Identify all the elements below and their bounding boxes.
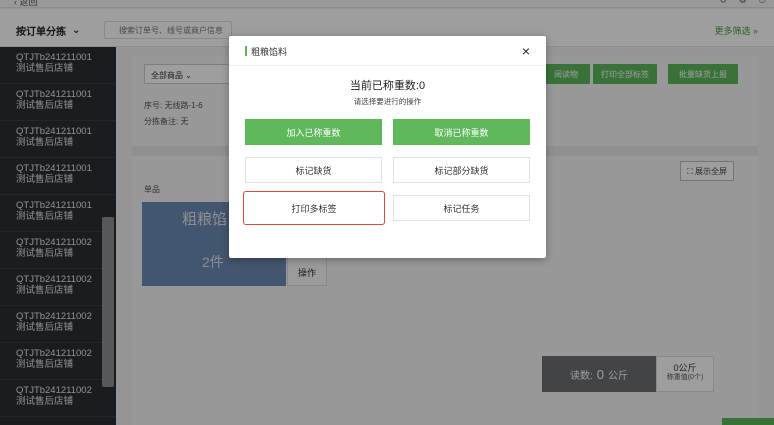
cancel-weighed-label: 取消已称重数: [434, 127, 489, 138]
cancel-weighed-button[interactable]: 取消已称重数: [393, 119, 530, 145]
mark-out-of-stock-label: 标记缺货: [295, 165, 332, 176]
mark-out-of-stock-button[interactable]: 标记缺货: [245, 157, 382, 183]
print-multi-labels-label: 打印多标签: [291, 203, 337, 214]
dialog-title: 粗粮馅料: [251, 47, 288, 57]
close-icon[interactable]: ×: [522, 44, 530, 58]
mark-task-label: 标记任务: [443, 203, 480, 214]
goods-action-dialog: 粗粮馅料 × 当前已称重数:0 请选择要进行的操作 加入已称重数 取消已称重数 …: [229, 36, 546, 258]
mark-partial-out-button[interactable]: 标记部分缺货: [393, 157, 530, 183]
print-multi-labels-button[interactable]: 打印多标签: [243, 191, 385, 225]
add-weighed-button[interactable]: 加入已称重数: [245, 119, 382, 145]
operation-hint: 请选择要进行的操作: [353, 97, 422, 106]
title-accent: [245, 46, 247, 56]
add-weighed-label: 加入已称重数: [286, 127, 341, 138]
mark-partial-out-label: 标记部分缺货: [434, 165, 489, 176]
weighed-count-title: 当前已称重数:0: [349, 80, 426, 92]
mark-task-button[interactable]: 标记任务: [393, 195, 530, 221]
dialog-header: 粗粮馅料 ×: [229, 36, 546, 66]
